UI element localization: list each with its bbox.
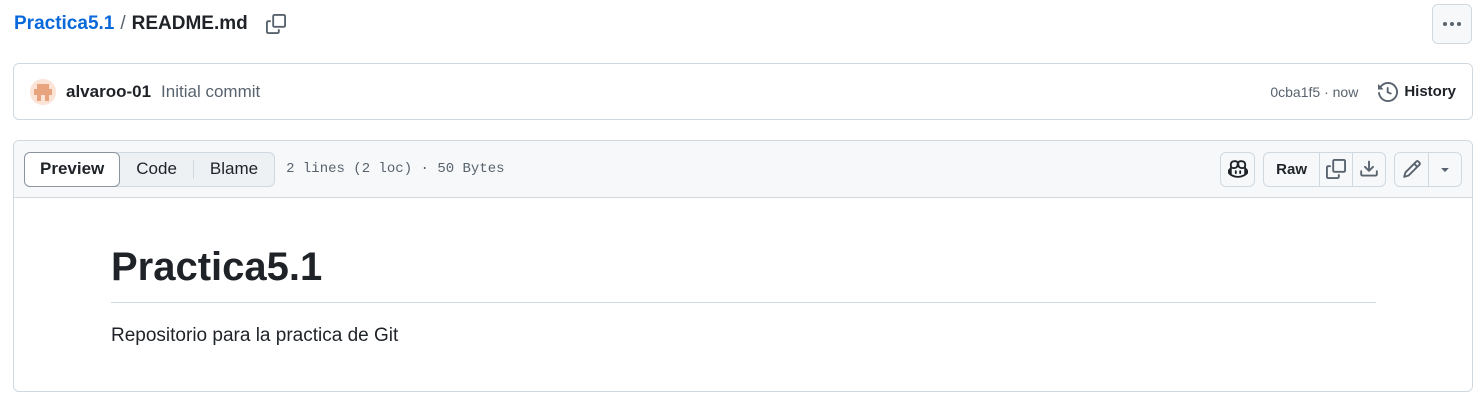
- commit-sha-time[interactable]: 0cba1f5 · now: [1270, 84, 1358, 100]
- readme-paragraph: Repositorio para la practica de Git: [111, 325, 399, 346]
- copy-icon: [265, 14, 286, 34]
- breadcrumb-repo-link[interactable]: Practica5.1: [14, 13, 114, 35]
- edit-group: [1394, 151, 1462, 187]
- commit-right: 0cba1f5 · now History: [1270, 81, 1456, 102]
- latest-commit-box: alvaroo-01 Initial commit 0cba1f5 · now …: [13, 63, 1473, 120]
- edit-button[interactable]: [1395, 153, 1428, 186]
- copilot-icon: [1227, 159, 1248, 179]
- raw-button[interactable]: Raw: [1264, 153, 1319, 186]
- download-icon: [1359, 159, 1379, 179]
- pencil-icon: [1402, 159, 1422, 179]
- kebab-horizontal-icon: [1443, 22, 1461, 26]
- history-button[interactable]: History: [1378, 81, 1456, 102]
- copy-icon: [1326, 159, 1346, 179]
- copy-raw-button[interactable]: [1319, 152, 1352, 186]
- readme-heading: Practica5.1: [111, 242, 1376, 303]
- page: Practica5.1 / README.md alvaroo-01 Initi…: [0, 0, 1482, 402]
- raw-label: Raw: [1276, 160, 1307, 178]
- breadcrumb-row: Practica5.1 / README.md: [14, 4, 1472, 44]
- triangle-down-icon: [1437, 161, 1453, 177]
- history-label: History: [1404, 83, 1456, 100]
- tab-code[interactable]: Code: [120, 153, 193, 186]
- history-icon: [1378, 81, 1399, 102]
- file-info: 2 lines (2 loc) · 50 Bytes: [286, 161, 505, 177]
- breadcrumb-separator: /: [120, 13, 126, 34]
- file-header: Preview Code Blame 2 lines (2 loc) · 50 …: [14, 141, 1472, 198]
- download-raw-button[interactable]: [1352, 152, 1385, 186]
- raw-copy-download-group: Raw: [1263, 151, 1386, 187]
- markdown-body: Practica5.1 Repositorio para la practica…: [14, 198, 1472, 347]
- avatar[interactable]: [30, 78, 56, 105]
- edit-dropdown-button[interactable]: [1428, 152, 1461, 186]
- view-mode-switcher: Preview Code Blame: [24, 151, 276, 187]
- tab-blame[interactable]: Blame: [194, 153, 274, 186]
- commit-message[interactable]: Initial commit: [161, 82, 260, 102]
- copy-path-button[interactable]: [264, 12, 288, 36]
- file-actions: Raw: [1220, 151, 1462, 187]
- file-viewer: Preview Code Blame 2 lines (2 loc) · 50 …: [13, 140, 1473, 392]
- breadcrumb: Practica5.1 / README.md: [14, 13, 248, 35]
- copilot-button[interactable]: [1220, 151, 1256, 187]
- breadcrumb-file-name: README.md: [131, 13, 248, 34]
- more-options-button[interactable]: [1432, 4, 1472, 44]
- commit-author[interactable]: alvaroo-01: [66, 82, 151, 102]
- tab-preview[interactable]: Preview: [24, 151, 121, 187]
